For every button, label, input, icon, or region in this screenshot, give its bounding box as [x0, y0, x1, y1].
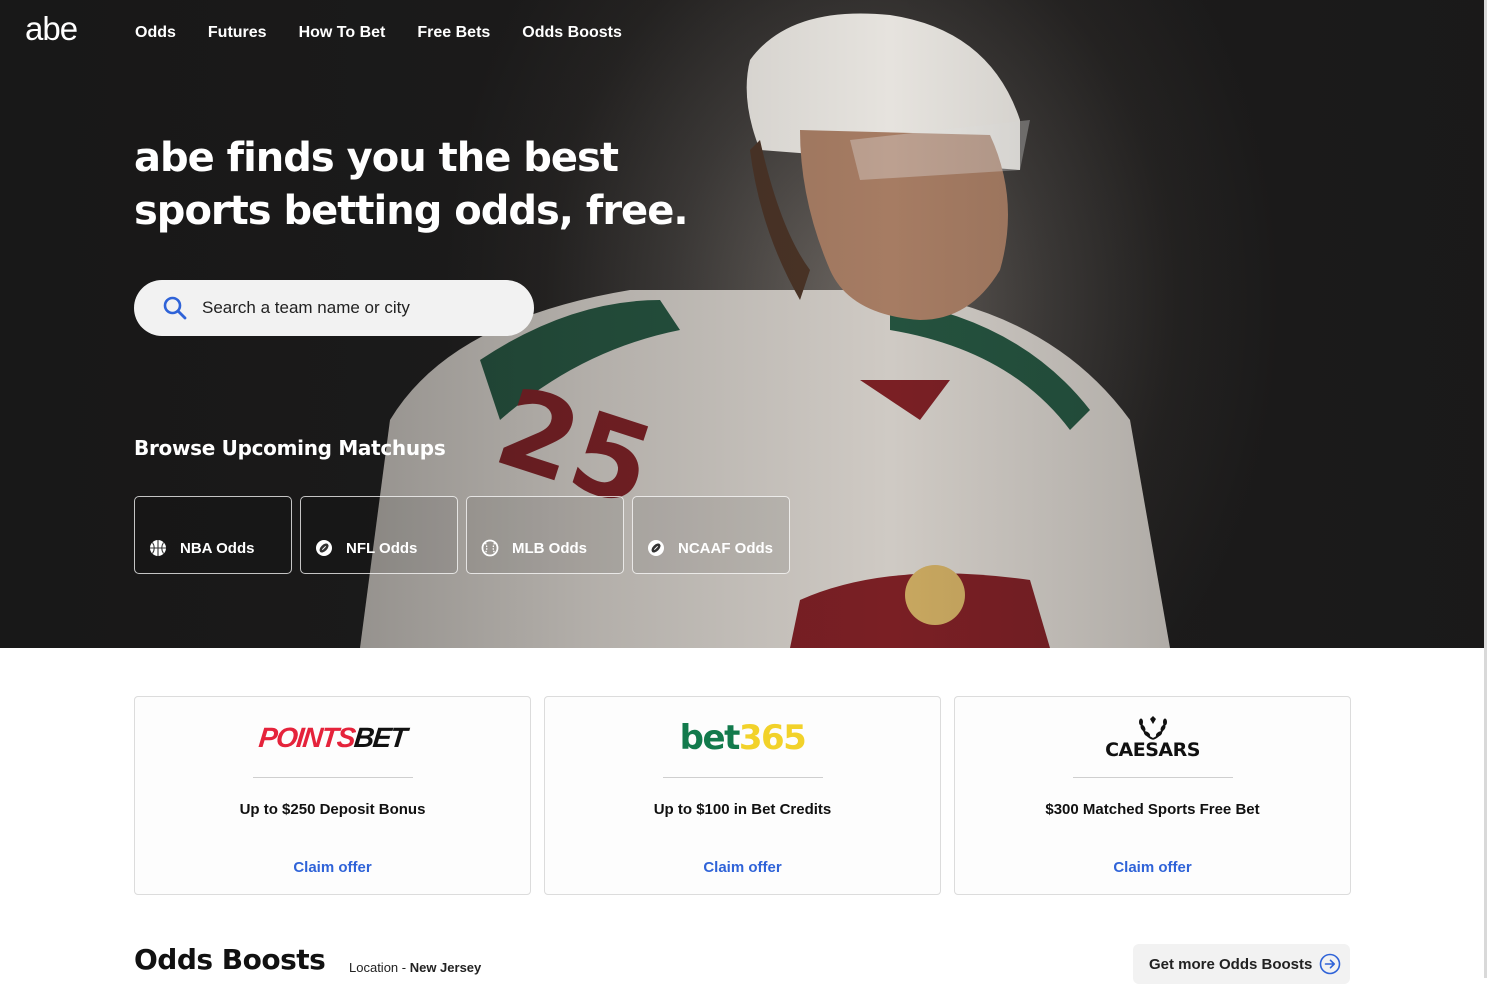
nav-item-how-to-bet[interactable]: How To Bet [299, 24, 386, 42]
main-nav: Odds Futures How To Bet Free Bets Odds B… [135, 24, 622, 42]
sport-link-nfl[interactable]: NFL Odds [300, 496, 458, 574]
football-icon [316, 540, 332, 556]
sport-link-nba[interactable]: NBA Odds [134, 496, 292, 574]
odds-boosts-title: Odds Boosts [134, 943, 326, 976]
offers-row: POINTSBET Up to $250 Deposit Bonus Claim… [134, 696, 1351, 895]
hero-section: 25 abe Odds Futures How To Bet Free Bets… [0, 0, 1484, 648]
location-indicator: Location - New Jersey [349, 960, 481, 975]
bet365-logo-part-1: bet [679, 718, 741, 758]
nav-item-free-bets[interactable]: Free Bets [417, 24, 490, 42]
bet365-logo-part-2: 365 [738, 718, 807, 758]
location-value[interactable]: New Jersey [410, 960, 482, 975]
offer-title: Up to $100 in Bet Credits [653, 801, 832, 818]
hero-title: abe finds you the best sports betting od… [134, 132, 754, 238]
sport-link-ncaaf[interactable]: NCAAF Odds [632, 496, 790, 574]
get-more-odds-boosts-button[interactable]: Get more Odds Boosts [1133, 944, 1350, 984]
location-label: Location - [349, 960, 410, 975]
hero-title-line-1: abe finds you the best [134, 135, 619, 181]
offer-card-caesars[interactable]: CAESARS $300 Matched Sports Free Bet Cla… [954, 696, 1351, 895]
get-more-odds-boosts-label: Get more Odds Boosts [1149, 955, 1313, 973]
site-logo[interactable]: abe [25, 10, 78, 48]
laurel-icon [1138, 716, 1167, 740]
baseball-icon [481, 539, 499, 557]
search-icon [163, 296, 187, 320]
sport-label: MLB Odds [512, 540, 587, 557]
nav-item-odds[interactable]: Odds [135, 24, 176, 42]
sport-label: NBA Odds [180, 540, 255, 557]
claim-offer-link[interactable]: Claim offer [135, 859, 530, 876]
nav-item-odds-boosts[interactable]: Odds Boosts [522, 24, 622, 42]
claim-offer-link[interactable]: Claim offer [545, 859, 940, 876]
basketball-icon [150, 540, 166, 556]
offer-divider [663, 777, 823, 778]
sports-links: NBA Odds NFL Odds MLB Odds NCAAF Odds [134, 496, 790, 574]
caesars-logo-text: CAESARS [1105, 739, 1200, 761]
offer-divider [253, 777, 413, 778]
sport-link-mlb[interactable]: MLB Odds [466, 496, 624, 574]
pointsbet-logo-part-1: POINTS [257, 722, 357, 753]
offer-divider [1073, 777, 1233, 778]
hero-title-line-2: sports betting odds, free. [134, 188, 689, 234]
pointsbet-logo: POINTSBET [135, 715, 530, 761]
offer-card-bet365[interactable]: bet365 Up to $100 in Bet Credits Claim o… [544, 696, 941, 895]
claim-offer-link[interactable]: Claim offer [955, 859, 1350, 876]
search-box[interactable] [134, 280, 534, 336]
offer-title: $300 Matched Sports Free Bet [1045, 801, 1260, 818]
offer-title: Up to $250 Deposit Bonus [239, 801, 426, 818]
football-icon [648, 540, 664, 556]
pointsbet-logo-part-2: BET [352, 722, 408, 753]
arrow-right-circle-icon [1320, 953, 1341, 975]
caesars-logo: CAESARS [955, 715, 1350, 761]
sport-label: NFL Odds [346, 540, 418, 557]
search-input[interactable] [200, 297, 504, 319]
nav-item-futures[interactable]: Futures [208, 24, 267, 42]
bet365-logo: bet365 [545, 715, 940, 761]
browse-matchups-title: Browse Upcoming Matchups [134, 436, 446, 460]
sport-label: NCAAF Odds [678, 540, 773, 557]
offer-card-pointsbet[interactable]: POINTSBET Up to $250 Deposit Bonus Claim… [134, 696, 531, 895]
